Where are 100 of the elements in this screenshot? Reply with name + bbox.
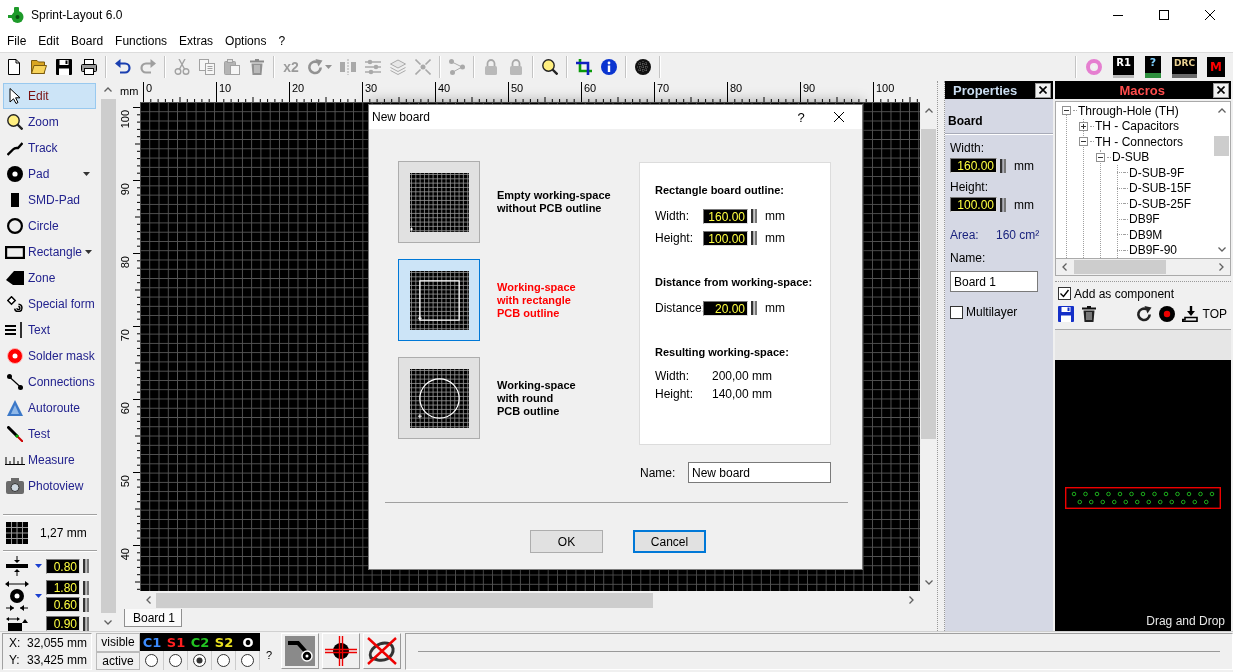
radio-button[interactable] [145, 654, 158, 667]
chevron-left-icon[interactable] [146, 596, 151, 604]
option-label[interactable]: Working-space with round PCB outline [497, 378, 576, 418]
menu-item[interactable]: Options [219, 31, 273, 51]
dialog-button[interactable]: Cancel [633, 530, 706, 553]
tool-item[interactable]: Circle [3, 213, 96, 239]
menu-item[interactable]: Functions [109, 31, 174, 51]
tool-item[interactable]: Track [3, 135, 96, 161]
board-tab[interactable]: Board 1 [124, 609, 183, 627]
option-tile[interactable] [398, 161, 480, 243]
tool-item[interactable]: Zoom [3, 109, 96, 135]
chevron-up-icon[interactable] [1217, 108, 1226, 113]
caret-icon[interactable] [34, 594, 42, 598]
menu-item[interactable]: ? [272, 31, 292, 51]
dialog-button[interactable]: OK [530, 530, 603, 553]
chevron-up-icon[interactable] [924, 108, 933, 113]
spin-grip-icon[interactable] [751, 231, 757, 245]
spin-grip-icon[interactable] [751, 209, 757, 223]
chevron-right-icon[interactable] [1219, 263, 1224, 271]
menu-item[interactable]: Board [65, 31, 110, 51]
scrollbar-thumb[interactable] [156, 592, 653, 608]
tree-item[interactable]: TH - Capacitors [1095, 119, 1180, 134]
tree-item[interactable]: DB9M [1129, 227, 1163, 242]
radio-button[interactable] [217, 654, 230, 667]
toolbar-button[interactable]: R1 [1111, 55, 1136, 79]
save-button[interactable] [1058, 306, 1074, 322]
tool-item[interactable]: Solder mask [3, 343, 96, 369]
spin-grip-icon[interactable] [83, 580, 89, 595]
crosshair-button[interactable] [322, 633, 360, 669]
option-label[interactable]: Empty working-space without PCB outline [497, 189, 611, 215]
number-field[interactable]: 160.00 [950, 158, 997, 173]
grid-size[interactable]: 1,27 mm [40, 526, 87, 540]
minus-box-icon[interactable] [1096, 152, 1105, 162]
macro-preview[interactable]: Drag and Drop [1055, 360, 1231, 631]
tree-item[interactable]: D-SUB-15F [1129, 181, 1191, 196]
menu-item[interactable]: File [1, 31, 33, 51]
number-field[interactable]: 160.00 [703, 208, 748, 224]
spin-grip-icon[interactable] [751, 301, 757, 315]
option-tile[interactable] [398, 259, 480, 341]
tree-item[interactable]: Through-Hole (TH) [1078, 103, 1179, 118]
checkbox[interactable] [950, 305, 963, 319]
tool-item[interactable]: Zone [3, 265, 96, 291]
scrollbar-thumb[interactable] [1214, 136, 1229, 156]
checkbox[interactable] [1058, 287, 1071, 300]
close-button[interactable] [1213, 82, 1229, 98]
help-button[interactable]: ? [260, 633, 278, 670]
tool-item[interactable]: Autoroute [3, 395, 96, 421]
display-mode-button[interactable] [281, 633, 319, 669]
layer-toggle[interactable]: S2 [214, 635, 234, 649]
option-tile[interactable] [398, 357, 480, 439]
record-button[interactable] [1158, 306, 1175, 322]
number-field[interactable]: 100.00 [703, 230, 748, 246]
tree-item[interactable]: D-SUB-9F [1129, 165, 1185, 180]
layer-toggle[interactable]: C1 [142, 635, 162, 649]
spin-grip-icon[interactable] [1000, 197, 1006, 212]
number-field[interactable]: 1.80 [46, 580, 80, 595]
toolbar-button[interactable]: ? [1142, 55, 1164, 79]
tool-item[interactable]: SMD-Pad [3, 187, 96, 213]
layer-toggle[interactable]: S1 [166, 635, 186, 649]
chevron-left-icon[interactable] [1062, 263, 1067, 271]
scrollbar-thumb[interactable] [1074, 260, 1166, 274]
number-field[interactable]: 0.90 [46, 616, 80, 631]
close-button[interactable] [1035, 82, 1051, 98]
layer-toggle[interactable]: C2 [190, 635, 210, 649]
chevron-down-icon[interactable] [104, 620, 112, 625]
menu-item[interactable]: Edit [32, 31, 66, 51]
chevron-down-icon[interactable] [924, 580, 933, 585]
menu-item[interactable]: Extras [173, 31, 220, 51]
tree-item[interactable]: DB9F-90 [1129, 243, 1178, 258]
name-field[interactable]: Board 1 [950, 271, 1038, 292]
number-field[interactable]: 100.00 [950, 197, 997, 212]
option-label[interactable]: Working-space with rectangle PCB outline [497, 280, 576, 320]
spin-grip-icon[interactable] [1000, 158, 1006, 173]
chevron-up-icon[interactable] [104, 87, 112, 92]
toolbar-button[interactable]: DRC [1170, 55, 1199, 79]
tool-item[interactable]: Pad [3, 161, 96, 187]
radio-button[interactable] [241, 654, 254, 667]
radio-button[interactable] [169, 654, 182, 667]
name-field[interactable]: New board [688, 462, 831, 483]
number-field[interactable]: 20.00 [703, 300, 748, 316]
side-button[interactable]: TOP [1181, 306, 1227, 322]
tool-item[interactable]: Text [3, 317, 96, 343]
plus-box-icon[interactable] [1079, 121, 1088, 131]
spin-grip-icon[interactable] [83, 597, 89, 612]
minus-box-icon[interactable] [1079, 137, 1088, 147]
chevron-down-icon[interactable] [1217, 247, 1226, 252]
tool-item[interactable]: Special form [3, 291, 96, 317]
tool-item[interactable]: Measure [3, 447, 96, 473]
tree-item[interactable]: D-SUB-25F [1129, 196, 1191, 211]
tool-item[interactable]: Rectangle [3, 239, 96, 265]
caret-icon[interactable] [34, 564, 42, 568]
spin-grip-icon[interactable] [83, 616, 89, 631]
tool-item[interactable]: Test [3, 421, 96, 447]
tree-item[interactable]: DB9F [1129, 212, 1160, 227]
number-field[interactable]: 0.60 [46, 597, 80, 612]
help-button[interactable]: ? [786, 105, 816, 129]
rotate-button[interactable] [1135, 306, 1152, 322]
tool-item[interactable]: Photoview [3, 473, 96, 499]
chevron-right-icon[interactable] [909, 596, 914, 604]
minus-box-icon[interactable] [1062, 106, 1071, 116]
